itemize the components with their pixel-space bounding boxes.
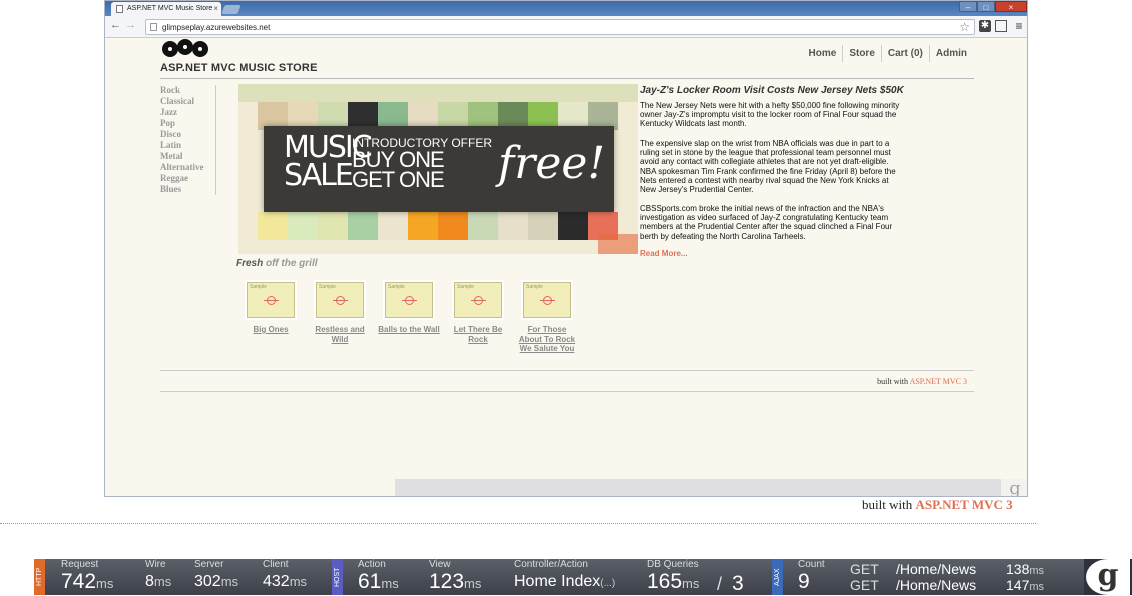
mvc-brand: ASP.NET MVC 3 bbox=[909, 377, 967, 386]
album-art[interactable]: Sample bbox=[454, 282, 502, 318]
news-paragraph: CBSSports.com broke the initial news of … bbox=[640, 204, 893, 241]
view-metric: View 123ms bbox=[429, 559, 482, 593]
genre-item[interactable]: Rock bbox=[160, 85, 215, 96]
request-metric: Request 742ms bbox=[61, 559, 114, 593]
glimpse-logo-icon[interactable]: g bbox=[1084, 559, 1132, 595]
album-title[interactable]: For Those About To Rock We Salute You bbox=[516, 325, 578, 354]
read-more-link[interactable]: Read More... bbox=[640, 249, 688, 258]
genre-item[interactable]: Jazz bbox=[160, 107, 215, 118]
browser-toolbar: ← → glimpseplay.azurewebsites.net ☆ ✱ ≡ bbox=[105, 16, 1027, 38]
wire-metric: Wire 8ms bbox=[145, 559, 172, 590]
controller-action-metric: Controller/Action Home Index(...) bbox=[514, 559, 616, 590]
window-controls: – □ × bbox=[959, 1, 1027, 12]
http-section-tag[interactable]: HTTP bbox=[34, 559, 45, 595]
album-item[interactable]: Sample Restless and Wild bbox=[309, 282, 371, 344]
minimize-button[interactable]: – bbox=[959, 1, 977, 12]
built-with-label-large: built with ASP.NET MVC 3 bbox=[862, 497, 1013, 512]
extension-window-icon[interactable] bbox=[995, 20, 1007, 32]
genre-item[interactable]: Classical bbox=[160, 96, 215, 107]
browser-window: ASP.NET MVC Music Store × – □ × ← → glim… bbox=[104, 0, 1028, 497]
footer-divider bbox=[160, 370, 974, 371]
page-icon bbox=[116, 5, 123, 13]
header-divider bbox=[160, 78, 974, 79]
action-metric: Action 61ms bbox=[358, 559, 399, 593]
genre-item[interactable]: Latin bbox=[160, 140, 215, 151]
back-button[interactable]: ← bbox=[110, 19, 121, 31]
bookmark-star-icon[interactable]: ☆ bbox=[959, 20, 970, 34]
promo-free-text: free! bbox=[498, 138, 606, 189]
genre-item[interactable]: Metal bbox=[160, 151, 215, 162]
tab-close-icon[interactable]: × bbox=[213, 4, 218, 13]
glimpse-logo-icon: g bbox=[1001, 479, 1027, 496]
news-paragraph: The expensive slap on the wrist from NBA… bbox=[640, 139, 896, 195]
ajax-request-row[interactable]: GET/Home/News 147ms bbox=[850, 578, 1044, 595]
album-art[interactable]: Sample bbox=[316, 282, 364, 318]
db-queries-metric: DB Queries 165ms bbox=[647, 559, 700, 593]
news-paragraph: The New Jersey Nets were hit with a heft… bbox=[640, 101, 900, 129]
album-item[interactable]: Sample For Those About To Rock We Salute… bbox=[516, 282, 578, 354]
nav-home[interactable]: Home bbox=[803, 45, 843, 62]
fresh-heading: Fresh off the grill bbox=[236, 258, 318, 269]
album-art[interactable]: Sample bbox=[247, 282, 295, 318]
genre-list: Rock Classical Jazz Pop Disco Latin Meta… bbox=[160, 85, 216, 195]
album-title[interactable]: Let There Be Rock bbox=[447, 325, 509, 344]
close-window-button[interactable]: × bbox=[995, 1, 1027, 12]
tab-title: ASP.NET MVC Music Store bbox=[127, 5, 213, 12]
album-title[interactable]: Restless and Wild bbox=[309, 325, 371, 344]
news-title: Jay-Z's Locker Room Visit Costs New Jers… bbox=[640, 85, 904, 96]
db-separator: / 3 bbox=[717, 572, 744, 595]
vinyl-records-logo-icon[interactable] bbox=[161, 38, 209, 58]
placeholder-target-icon bbox=[264, 296, 279, 305]
album-title[interactable]: Big Ones bbox=[240, 325, 302, 335]
promo-banner: MUSIC SALE INTRODUCTORY OFFER BUY ONE GE… bbox=[238, 84, 638, 254]
promo-panel: MUSIC SALE INTRODUCTORY OFFER BUY ONE GE… bbox=[264, 126, 614, 212]
address-bar[interactable]: glimpseplay.azurewebsites.net ☆ bbox=[145, 19, 975, 35]
genre-item[interactable]: Pop bbox=[160, 118, 215, 129]
placeholder-target-icon bbox=[471, 296, 486, 305]
page-icon bbox=[150, 23, 157, 31]
placeholder-target-icon bbox=[540, 296, 555, 305]
built-with-label: built with ASP.NET MVC 3 bbox=[877, 377, 967, 386]
menu-icon[interactable]: ≡ bbox=[1013, 20, 1025, 32]
store-title: ASP.NET MVC MUSIC STORE bbox=[160, 62, 318, 74]
genre-item[interactable]: Alternative bbox=[160, 162, 215, 173]
ajax-count-metric: Count 9 bbox=[798, 559, 825, 593]
album-item[interactable]: Sample Balls to the Wall bbox=[378, 282, 440, 335]
glimpse-bar-preview: g bbox=[395, 479, 1027, 496]
nav-admin[interactable]: Admin bbox=[928, 45, 973, 62]
dotted-divider bbox=[0, 523, 1036, 524]
album-item[interactable]: Sample Let There Be Rock bbox=[447, 282, 509, 344]
url-text: glimpseplay.azurewebsites.net bbox=[162, 23, 271, 32]
host-section-tag[interactable]: HOST bbox=[332, 559, 343, 595]
server-metric: Server 302ms bbox=[194, 559, 239, 590]
client-metric: Client 432ms bbox=[263, 559, 308, 590]
main-nav: Home Store Cart (0) Admin bbox=[803, 45, 973, 62]
ajax-section-tag[interactable]: AJAX bbox=[772, 559, 783, 595]
maximize-button[interactable]: □ bbox=[977, 1, 995, 12]
browser-tab[interactable]: ASP.NET MVC Music Store × bbox=[111, 2, 221, 16]
tab-strip: ASP.NET MVC Music Store × – □ × bbox=[105, 1, 1027, 16]
promo-buy-text: BUY ONE GET ONE bbox=[352, 147, 445, 192]
genre-item[interactable]: Reggae bbox=[160, 173, 215, 184]
placeholder-target-icon bbox=[333, 296, 348, 305]
footer-divider bbox=[160, 391, 974, 392]
genre-item[interactable]: Blues bbox=[160, 184, 215, 195]
nav-cart[interactable]: Cart (0) bbox=[880, 45, 929, 62]
forward-button[interactable]: → bbox=[125, 19, 136, 31]
new-tab-button[interactable] bbox=[221, 5, 241, 14]
album-art[interactable]: Sample bbox=[385, 282, 433, 318]
album-title[interactable]: Balls to the Wall bbox=[378, 325, 440, 335]
glimpse-hud[interactable]: HTTP Request 742ms Wire 8ms Server 302ms… bbox=[34, 559, 1132, 595]
genre-item[interactable]: Disco bbox=[160, 129, 215, 140]
placeholder-target-icon bbox=[402, 296, 417, 305]
extension-icon[interactable]: ✱ bbox=[979, 20, 991, 32]
album-item[interactable]: Sample Big Ones bbox=[240, 282, 302, 335]
album-art[interactable]: Sample bbox=[523, 282, 571, 318]
mvc-brand: ASP.NET MVC 3 bbox=[915, 497, 1013, 512]
nav-store[interactable]: Store bbox=[842, 45, 881, 62]
